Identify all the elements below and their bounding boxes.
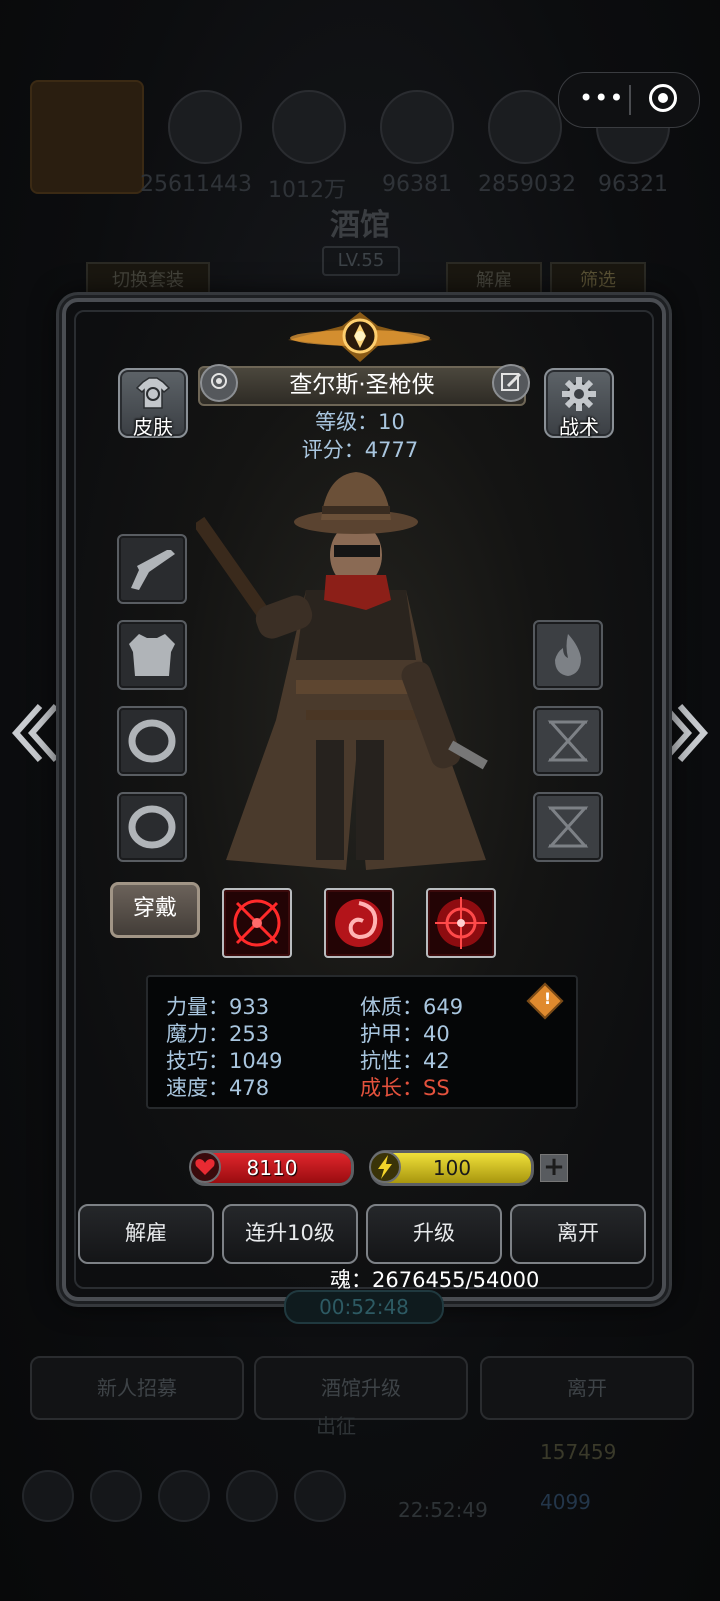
armor-slot[interactable] <box>117 620 187 690</box>
more-dots-icon[interactable]: ••• <box>579 86 624 110</box>
stat-constitution: 体质：649 <box>360 995 464 1019</box>
bg-resource-value: 2859032 <box>478 172 576 197</box>
bg-menu-icon <box>90 1470 142 1522</box>
target-circle-icon[interactable] <box>649 84 677 112</box>
stat-skill: 技巧：1049 <box>166 1049 283 1073</box>
lightning-icon <box>369 1151 401 1183</box>
tavern-title: 酒馆 <box>330 208 390 243</box>
weapon-slot[interactable] <box>117 534 187 604</box>
pistol-icon <box>131 550 175 590</box>
bg-resource-value: 96381 <box>382 172 452 197</box>
wear-button[interactable]: 穿戴 <box>110 882 200 938</box>
bg-resource-value: 25611443 <box>140 172 252 197</box>
stat-resistance: 抗性：42 <box>360 1049 450 1073</box>
gold-value: 157459 <box>540 1440 617 1464</box>
sun-emblem-icon <box>288 312 432 362</box>
gem-value: 4099 <box>540 1490 591 1514</box>
skill-slot-1[interactable] <box>222 888 292 958</box>
stat-magic: 魔力：253 <box>166 1022 270 1046</box>
dismiss-button[interactable]: 解雇 <box>78 1204 214 1264</box>
stat-armor: 护甲：40 <box>360 1022 450 1046</box>
bg-timer: 00:52:48 <box>284 1290 444 1324</box>
hourglass-icon <box>547 806 589 848</box>
level-up-button[interactable]: 升级 <box>366 1204 502 1264</box>
hero-name: 查尔斯·圣枪侠 <box>289 372 435 398</box>
capsule-divider <box>629 85 631 115</box>
ring-slot[interactable] <box>117 792 187 862</box>
skill-slot-3[interactable] <box>426 888 496 958</box>
filter-tab: 筛选 <box>550 262 646 300</box>
leave-button[interactable]: 离开 <box>510 1204 646 1264</box>
hourglass-icon <box>547 720 589 762</box>
miniprogram-capsule: ••• <box>558 72 700 128</box>
bg-menu-icon <box>294 1470 346 1522</box>
bg-resource-icon <box>272 90 346 164</box>
red-swirl-icon <box>335 899 383 947</box>
bg-menu-icon <box>158 1470 210 1522</box>
edit-name-icon[interactable] <box>492 364 530 402</box>
bg-resource-icon <box>168 90 242 164</box>
stat-growth: 成长：SS <box>360 1076 450 1100</box>
hero-name-bar: 查尔斯·圣枪侠 <box>198 366 526 406</box>
rune-slot[interactable] <box>533 620 603 690</box>
bg-leave-button: 离开 <box>480 1356 694 1420</box>
locked-slot[interactable] <box>533 792 603 862</box>
recruit-button: 新人招募 <box>30 1356 244 1420</box>
ring-icon <box>128 805 176 849</box>
ring-icon <box>128 719 176 763</box>
tavern-level: LV.55 <box>322 246 400 276</box>
level-up-10-button[interactable]: 连升10级 <box>222 1204 358 1264</box>
dismiss-tab: 解雇 <box>446 262 542 300</box>
flame-icon <box>555 634 581 676</box>
ring-slot[interactable] <box>117 706 187 776</box>
switch-outfit-button: 切换套装 <box>86 262 210 300</box>
clock-label: 22:52:49 <box>398 1498 488 1522</box>
next-hero-arrow-icon[interactable] <box>660 700 710 766</box>
stat-strength: 力量：933 <box>166 995 270 1019</box>
armor-silhouette-icon <box>129 634 175 676</box>
bg-resource-icon <box>380 90 454 164</box>
add-energy-button[interactable]: + <box>540 1154 568 1182</box>
badge-icon[interactable] <box>200 364 238 402</box>
upgrade-tavern-button: 酒馆升级 <box>254 1356 468 1420</box>
expedition-label: 出征 <box>316 1414 356 1438</box>
gunslinger-hero-portrait <box>196 472 488 870</box>
hero-level: 等级：10 <box>315 410 405 434</box>
stat-speed: 速度：478 <box>166 1076 270 1100</box>
crosshair-burst-icon <box>233 899 281 947</box>
locked-slot[interactable] <box>533 706 603 776</box>
tavern-portrait <box>30 80 144 194</box>
heart-icon <box>189 1151 221 1183</box>
bg-menu-icon <box>226 1470 278 1522</box>
skill-slot-2[interactable] <box>324 888 394 958</box>
red-target-icon <box>435 897 487 949</box>
bg-menu-icon <box>22 1470 74 1522</box>
previous-hero-arrow-icon[interactable] <box>10 700 60 766</box>
bg-resource-icon <box>488 90 562 164</box>
bg-resource-value: 96321 <box>598 172 668 197</box>
